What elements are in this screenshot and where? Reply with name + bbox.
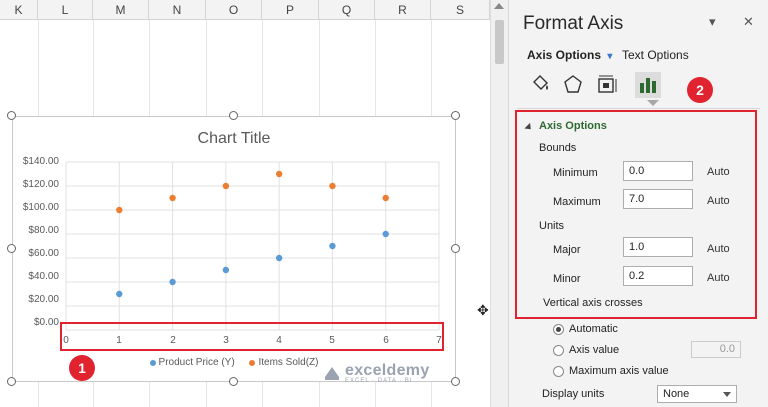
orange-dot-icon [249,359,256,366]
scatter-chart[interactable]: Chart Title $140.00 $120.00 $100.00 $80.… [12,116,456,382]
y-tick-label: $40.00 [28,271,59,282]
horizontal-axis-selection[interactable] [60,322,444,351]
y-tick-label: $140.00 [22,156,59,167]
minor-label: Minor [553,273,581,285]
axis-value-radio[interactable] [553,345,564,356]
vertical-scrollbar[interactable] [490,0,508,407]
divider [517,108,760,109]
resize-handle-top[interactable] [229,111,238,120]
data-point-series-2[interactable] [382,194,389,202]
column-header-m[interactable]: M [93,0,149,20]
resize-handle-right[interactable] [451,244,460,253]
display-units-select[interactable]: None [657,385,737,403]
resize-handle-bottom[interactable] [229,377,238,386]
spreadsheet-area[interactable]: K L M N O P Q R S Chart Title $140.00 $1… [0,0,490,407]
column-headers: K L M N O P Q R S [0,0,490,20]
bounds-label: Bounds [539,142,577,154]
column-header-q[interactable]: Q [319,0,375,20]
pane-title: Format Axis [523,13,624,34]
minor-input[interactable]: 0.2 [623,266,693,286]
data-point-series-2[interactable] [329,182,336,190]
size-properties-icon[interactable] [593,72,619,98]
data-point-series-1[interactable] [275,254,283,262]
effects-icon[interactable] [560,72,586,98]
column-header-s[interactable]: S [431,0,490,20]
vertical-axis-crosses-label: Vertical axis crosses [543,297,643,309]
resize-handle-left[interactable] [7,244,16,253]
display-units-label: Display units [542,388,605,400]
maximum-label: Maximum [553,196,601,208]
dropdown-arrow-icon [723,392,731,397]
exceldemy-watermark: exceldemy EXCEL · DATA · BI [322,362,430,384]
legend-label: Items Sold(Z) [258,357,319,368]
format-axis-pane: Format Axis ▾ ✕ Axis Options ▾ Text Opti… [508,0,768,407]
resize-handle-bottom-left[interactable] [7,377,16,386]
y-tick-label: $20.00 [28,294,59,305]
resize-handle-bottom-right[interactable] [451,377,460,386]
section-heading[interactable]: Axis Options [539,120,607,132]
data-point-series-2[interactable] [275,170,283,178]
tab-label: Axis Options [527,48,602,62]
blue-dot-icon [149,359,156,366]
data-point-series-1[interactable] [382,230,389,238]
tab-text-options[interactable]: Text Options [622,48,689,62]
step-badge-2: 2 [687,77,713,103]
resize-handle-top-right[interactable] [451,111,460,120]
axis-options-icon[interactable] [635,72,661,98]
column-header-k[interactable]: K [0,0,38,20]
pane-options-icon[interactable]: ▾ [709,14,716,30]
tab-axis-options[interactable]: Axis Options ▾ [527,48,612,62]
axis-value-input[interactable]: 0.0 [691,341,741,358]
column-header-r[interactable]: R [375,0,431,20]
chevron-down-icon: ▾ [607,51,613,62]
scrollbar-thumb[interactable] [495,20,504,64]
close-icon[interactable]: ✕ [743,14,754,30]
exceldemy-logo-icon [325,367,339,380]
column-header-o[interactable]: O [206,0,262,20]
column-header-p[interactable]: P [262,0,319,20]
maximum-auto-button[interactable]: Auto [707,195,730,207]
y-tick-label: $100.00 [22,202,59,213]
selected-indicator-icon [647,100,659,106]
data-point-series-1[interactable] [329,242,336,250]
legend-label: Product Price (Y) [158,357,235,368]
minimum-input[interactable]: 0.0 [623,161,693,181]
data-point-series-2[interactable] [169,194,176,202]
axis-options-section: Axis Options Bounds Minimum 0.0 Auto Max… [515,110,757,319]
minor-auto-button[interactable]: Auto [707,272,730,284]
maximum-axis-value-radio[interactable] [553,366,564,377]
data-point-series-2[interactable] [222,182,230,190]
data-point-series-1[interactable] [222,266,230,274]
automatic-radio[interactable] [553,324,564,335]
column-header-l[interactable]: L [38,0,93,20]
data-point-series-1[interactable] [169,278,176,286]
scroll-up-icon[interactable] [494,3,504,9]
move-cursor-icon: ✥ [477,302,489,318]
collapse-triangle-icon[interactable] [524,122,534,133]
maximum-input[interactable]: 7.0 [623,189,693,209]
legend-item-product-price[interactable]: Product Price (Y) [149,357,235,368]
data-point-series-1[interactable] [116,290,123,298]
y-tick-label: $0.00 [33,317,59,328]
legend-item-items-sold[interactable]: Items Sold(Z) [249,357,318,368]
maximum-axis-value-label[interactable]: Maximum axis value [569,365,669,377]
automatic-label[interactable]: Automatic [569,323,618,335]
axis-value-label[interactable]: Axis value [569,344,619,356]
major-auto-button[interactable]: Auto [707,243,730,255]
units-label: Units [539,220,565,232]
step-badge-1: 1 [69,355,95,381]
minimum-label: Minimum [553,167,598,179]
y-tick-label: $120.00 [22,179,59,190]
major-label: Major [553,244,581,256]
resize-handle-top-left[interactable] [7,111,16,120]
data-point-series-2[interactable] [116,206,123,214]
column-header-n[interactable]: N [149,0,206,20]
major-input[interactable]: 1.0 [623,237,693,257]
minimum-auto-button[interactable]: Auto [707,166,730,178]
fill-line-icon[interactable] [527,72,553,98]
y-tick-label: $80.00 [28,225,59,236]
y-tick-label: $60.00 [28,248,59,259]
display-units-value: None [663,388,690,400]
